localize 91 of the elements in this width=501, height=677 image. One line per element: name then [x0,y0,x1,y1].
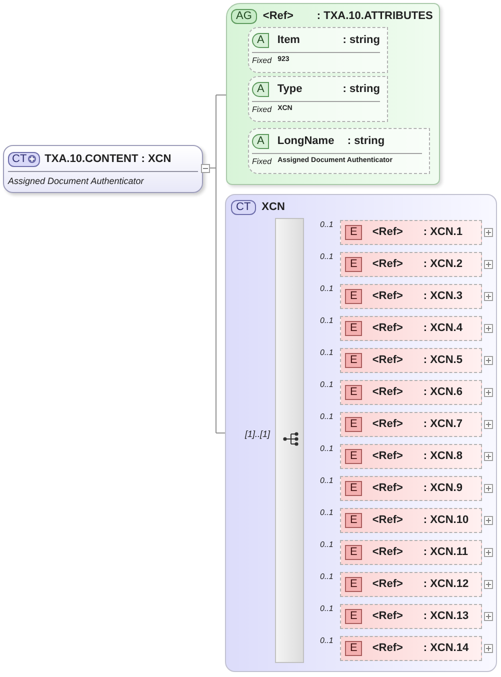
occurrence-label: 0..1 [320,251,334,263]
type-badge: E [345,577,362,592]
occurrence-label: 0..1 [320,283,334,295]
element-type: : XCN.6 [423,385,462,400]
type-badge: E [345,385,362,400]
element-ref: <Ref> [372,481,404,496]
element-ref: <Ref> [372,417,404,432]
element-type: : XCN.1 [423,225,462,240]
occurrence-label: 0..1 [320,507,334,519]
occurrence-label: 0..1 [320,635,334,647]
element-type: : XCN.3 [423,289,462,304]
type-badge: CT [8,152,40,167]
node-documentation: Assigned Document Authenticator [8,174,145,188]
plus-icon [28,155,36,164]
element-ref: <Ref> [372,257,404,272]
element-ref: <Ref> [372,545,404,560]
type-badge: E [345,545,362,560]
occurrence-label: 0..1 [320,475,334,487]
expand-icon[interactable] [484,452,493,461]
element-type: : XCN.7 [423,417,462,432]
expand-icon[interactable] [484,484,493,493]
element-ref: <Ref> [372,609,404,624]
type-badge: E [345,417,362,432]
type-badge: AG [231,8,257,24]
type-badge: E [345,609,362,624]
type-badge: E [345,513,362,528]
expand-icon[interactable] [484,228,493,237]
element-ref: <Ref> [372,353,404,368]
element-ref: <Ref> [372,321,404,336]
type-badge: E [345,449,362,464]
expand-icon[interactable] [484,516,493,525]
element-ref: <Ref> [372,225,404,240]
node-name: TXA.10.CONTENT : XCN [44,152,172,167]
element-type: : XCN.12 [423,577,469,592]
fixed-label: Fixed [252,54,272,66]
cardinality-label: [1]..[1] [245,428,270,441]
attribute-type: : string [342,82,380,97]
element-ref: <Ref> [372,289,404,304]
element-ref: <Ref> [372,449,404,464]
occurrence-label: 0..1 [320,443,334,455]
expand-icon[interactable] [484,260,493,269]
element-ref: <Ref> [372,513,404,528]
element-type: : XCN.2 [423,257,462,272]
collapse-icon[interactable] [201,164,210,173]
type-badge: E [345,225,362,240]
element-type: : XCN.10 [423,513,469,528]
expand-icon[interactable] [484,548,493,557]
fixed-label: Fixed [252,104,272,116]
expand-icon[interactable] [484,388,493,397]
occurrence-label: 0..1 [320,219,334,231]
element-type: : XCN.8 [423,449,462,464]
attribute-name: Item [277,33,301,48]
expand-icon[interactable] [484,356,493,365]
element-type: : XCN.4 [423,321,462,336]
fixed-label: Fixed [252,156,272,168]
element-type: : XCN.14 [423,641,469,656]
attribute-name: LongName [277,134,336,149]
expand-icon[interactable] [484,292,493,301]
element-ref: <Ref> [372,641,404,656]
occurrence-label: 0..1 [320,539,334,551]
expand-icon[interactable] [484,644,493,653]
occurrence-label: 0..1 [320,603,334,615]
occurrence-label: 0..1 [320,347,334,359]
type-badge: CT [231,200,256,215]
type-badge: E [345,641,362,656]
element-type: : XCN.5 [423,353,462,368]
expand-icon[interactable] [484,580,493,589]
type-badge: E [345,257,362,272]
type-name: XCN [262,200,285,215]
type-badge: E [345,321,362,336]
element-type: : XCN.11 [423,545,468,560]
occurrence-label: 0..1 [320,571,334,583]
type-badge: E [345,353,362,368]
sequence-icon [283,432,299,446]
element-type: : XCN.9 [423,481,462,496]
element-type: : XCN.13 [423,609,469,624]
element-ref: <Ref> [372,385,404,400]
expand-icon[interactable] [484,612,493,621]
group-type: : TXA.10.ATTRIBUTES [316,9,433,24]
attribute-name: Type [277,82,304,97]
occurrence-label: 0..1 [320,315,334,327]
expand-icon[interactable] [484,324,493,333]
attribute-type: : string [347,134,385,149]
group-ref: <Ref> [262,9,294,24]
type-badge: E [345,289,362,304]
attribute-type: : string [342,33,380,48]
element-ref: <Ref> [372,577,404,592]
occurrence-label: 0..1 [320,411,334,423]
type-badge: E [345,481,362,496]
expand-icon[interactable] [484,420,493,429]
occurrence-label: 0..1 [320,379,334,391]
